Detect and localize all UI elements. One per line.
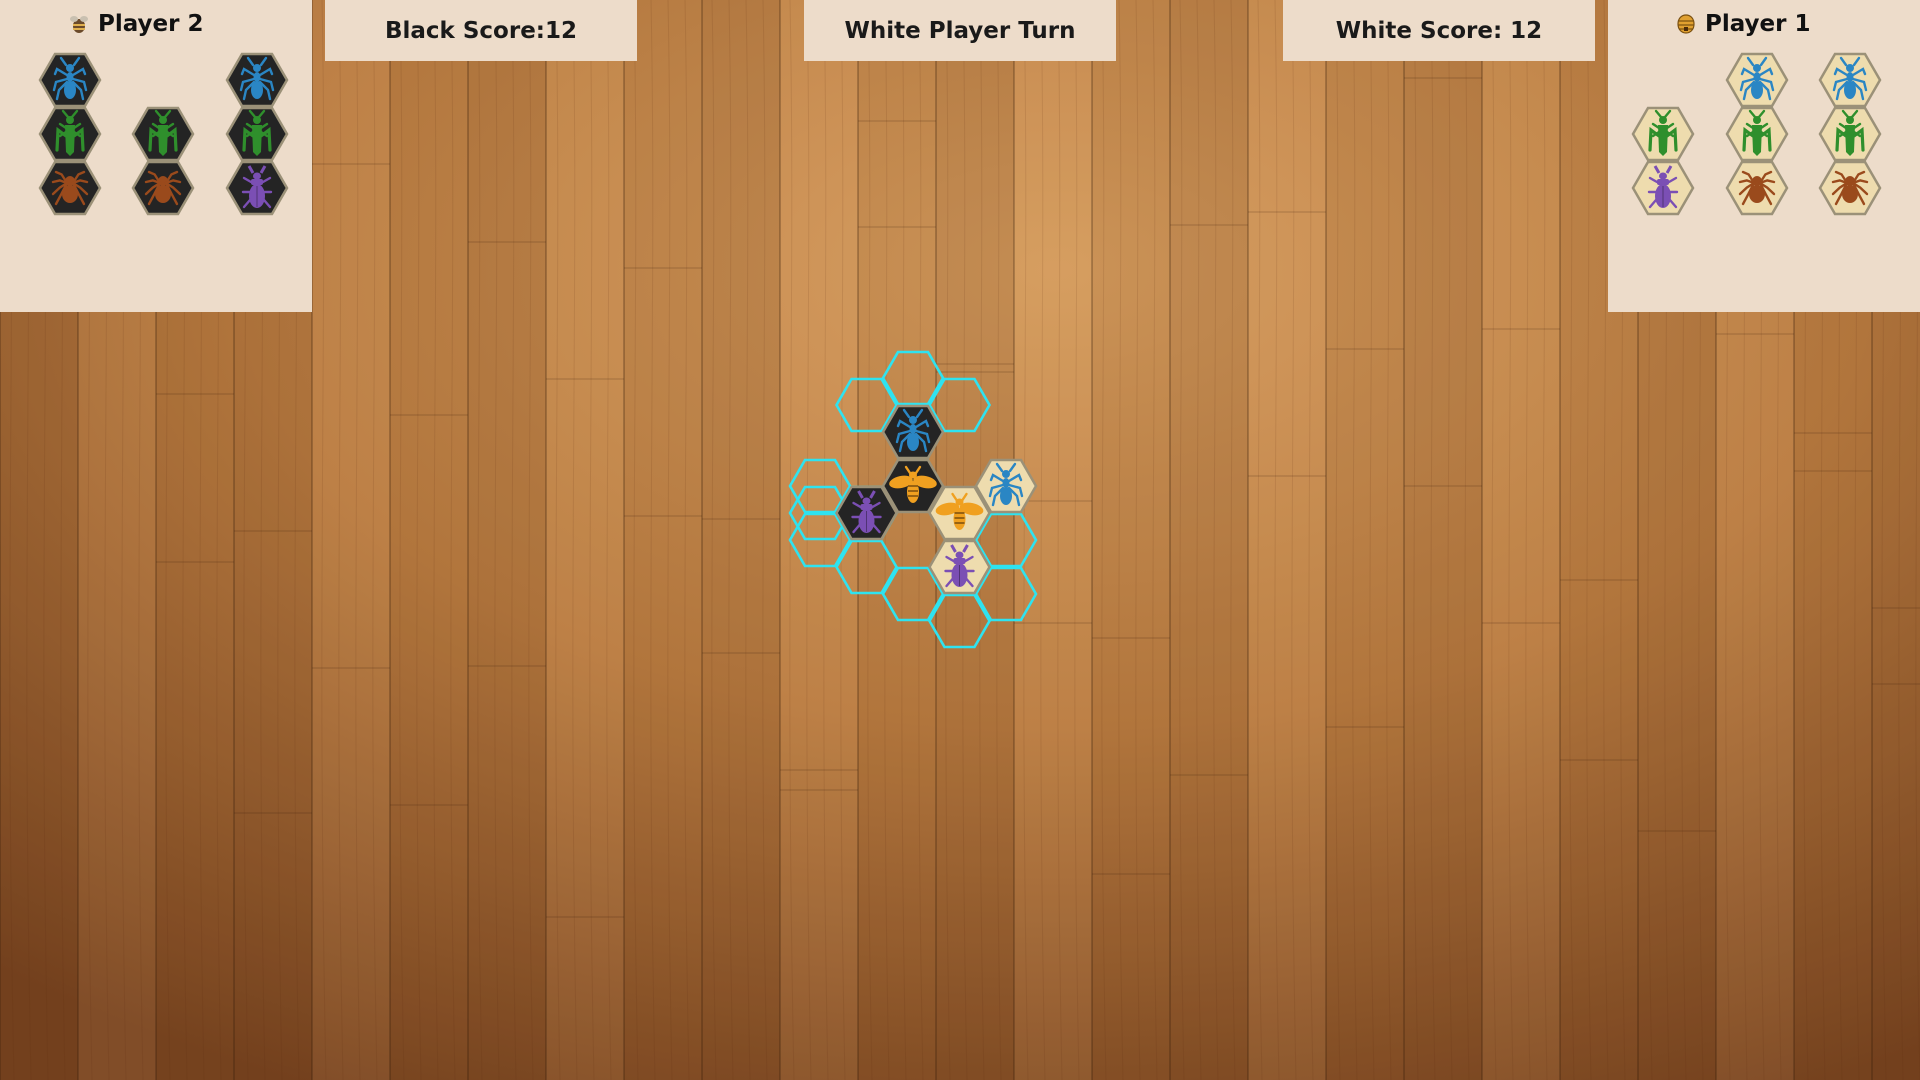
player1-hand-grasshopper-tile[interactable] xyxy=(1631,106,1695,162)
player2-hand-grasshopper-tile[interactable] xyxy=(225,106,289,162)
black-score-text: Black Score:12 xyxy=(384,17,578,44)
player2-hand-beetle-tile[interactable] xyxy=(225,160,289,216)
white-score-text: White Score: 12 xyxy=(1335,17,1543,44)
black-score-box: Black Score:12 xyxy=(325,0,637,61)
player2-hand-spider-tile[interactable] xyxy=(131,160,195,216)
player1-hand-grasshopper-tile[interactable] xyxy=(1818,106,1882,162)
player2-hand xyxy=(38,52,289,216)
player1-hand-ant-tile[interactable] xyxy=(1818,52,1882,108)
player2-hand-ant-tile[interactable] xyxy=(38,52,102,108)
player2-hand-grasshopper-tile[interactable] xyxy=(38,106,102,162)
white-score-box: White Score: 12 xyxy=(1283,0,1595,61)
turn-status-box: White Player Turn xyxy=(804,0,1116,61)
turn-status-text: White Player Turn xyxy=(844,17,1076,44)
player1-hand-grasshopper-tile[interactable] xyxy=(1725,106,1789,162)
player1-hand-ant-tile[interactable] xyxy=(1725,52,1789,108)
player1-hand xyxy=(1631,52,1882,216)
player1-hand-panel: Player 1 xyxy=(1608,0,1920,312)
player2-hand-grasshopper-tile[interactable] xyxy=(131,106,195,162)
player1-hand-spider-tile[interactable] xyxy=(1725,160,1789,216)
player1-hand-spider-tile[interactable] xyxy=(1818,160,1882,216)
player1-hand-beetle-tile[interactable] xyxy=(1631,160,1695,216)
player2-hand-spider-tile[interactable] xyxy=(38,160,102,216)
player2-hand-ant-tile[interactable] xyxy=(225,52,289,108)
game-scene: Player 2 Player 1 Black Score:12 White P… xyxy=(0,0,1920,1080)
player2-hand-panel: Player 2 xyxy=(0,0,312,312)
